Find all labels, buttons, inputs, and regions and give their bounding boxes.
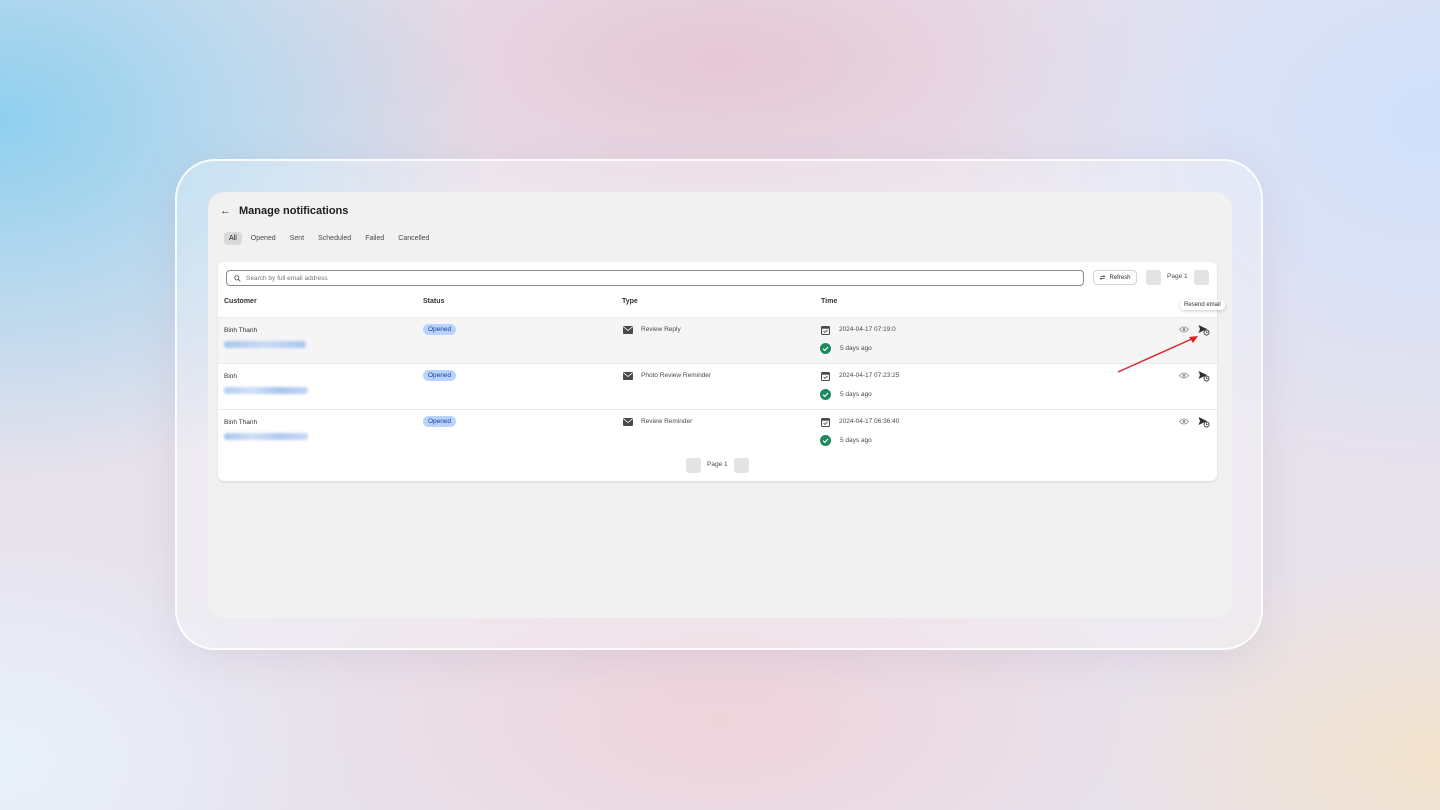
notification-type: Review Reminder	[641, 418, 693, 425]
customer-email-redacted	[224, 387, 308, 394]
search-input[interactable]	[246, 274, 1046, 282]
app-window: ← Manage notifications All Opened Sent S…	[208, 192, 1232, 618]
customer-name: Binh Thanh	[224, 327, 258, 334]
table-row[interactable]: Binh Thanh Opened Review Reply 2024-04-1…	[218, 317, 1217, 364]
calendar-icon	[821, 372, 830, 381]
relative-time: 5 days ago	[840, 391, 872, 398]
page-header: ← Manage notifications	[220, 198, 348, 224]
column-header-time: Time	[821, 298, 838, 305]
customer-name: Binh	[224, 373, 238, 380]
customer-email-redacted	[224, 341, 306, 348]
relative-time: 5 days ago	[840, 345, 872, 352]
filter-tabs: All Opened Sent Scheduled Failed Cancell…	[224, 232, 434, 245]
eye-icon[interactable]	[1179, 417, 1189, 426]
check-circle-icon	[820, 389, 831, 400]
envelope-icon	[623, 372, 633, 380]
resend-email-icon[interactable]	[1198, 416, 1210, 428]
status-badge: Opened	[423, 416, 457, 427]
refresh-icon	[1099, 275, 1107, 280]
tab-all[interactable]: All	[224, 232, 242, 245]
tab-sent[interactable]: Sent	[285, 232, 309, 245]
column-header-customer: Customer	[224, 298, 257, 305]
check-circle-icon	[820, 343, 831, 354]
notification-type: Review Reply	[641, 326, 681, 333]
tab-cancelled[interactable]: Cancelled	[393, 232, 434, 245]
sent-time: 2024-04-17 07:19:0	[839, 326, 896, 333]
tab-opened[interactable]: Opened	[246, 232, 281, 245]
relative-time: 5 days ago	[840, 437, 872, 444]
column-header-status: Status	[423, 298, 445, 305]
status-badge: Opened	[423, 370, 457, 381]
notification-type: Photo Review Reminder	[641, 372, 712, 379]
table-row[interactable]: Binh Thanh Opened Review Reminder 2024-0…	[218, 409, 1217, 456]
notifications-card: Refresh Page 1 Customer Status Type Time…	[218, 262, 1217, 481]
search-bar[interactable]	[226, 270, 1084, 286]
resend-email-tooltip: Resend email	[1180, 300, 1225, 310]
calendar-icon	[821, 418, 830, 427]
page-title: Manage notifications	[239, 205, 349, 217]
prev-page-button[interactable]	[1146, 270, 1161, 285]
next-page-button[interactable]	[1194, 270, 1209, 285]
sent-time: 2024-04-17 07:23:25	[839, 372, 900, 379]
next-page-button-bottom[interactable]	[734, 458, 749, 473]
status-badge: Opened	[423, 324, 457, 335]
check-circle-icon	[820, 435, 831, 446]
envelope-icon	[623, 418, 633, 426]
envelope-icon	[623, 326, 633, 334]
table-row[interactable]: Binh Opened Photo Review Reminder 2024-0…	[218, 363, 1217, 410]
tab-failed[interactable]: Failed	[360, 232, 389, 245]
refresh-label: Refresh	[1109, 274, 1131, 281]
customer-name: Binh Thanh	[224, 419, 258, 426]
calendar-icon	[821, 326, 830, 335]
customer-email-redacted	[224, 433, 308, 440]
back-arrow-icon[interactable]: ←	[220, 205, 231, 217]
refresh-button[interactable]: Refresh	[1093, 270, 1137, 285]
column-header-type: Type	[622, 298, 638, 305]
search-icon	[234, 274, 241, 282]
page-indicator-bottom: Page 1	[707, 461, 728, 468]
page-indicator: Page 1	[1167, 273, 1188, 280]
tab-scheduled[interactable]: Scheduled	[313, 232, 356, 245]
sent-time: 2024-04-17 06:36:40	[839, 418, 900, 425]
annotation-arrow	[1117, 336, 1198, 373]
prev-page-button-bottom[interactable]	[686, 458, 701, 473]
